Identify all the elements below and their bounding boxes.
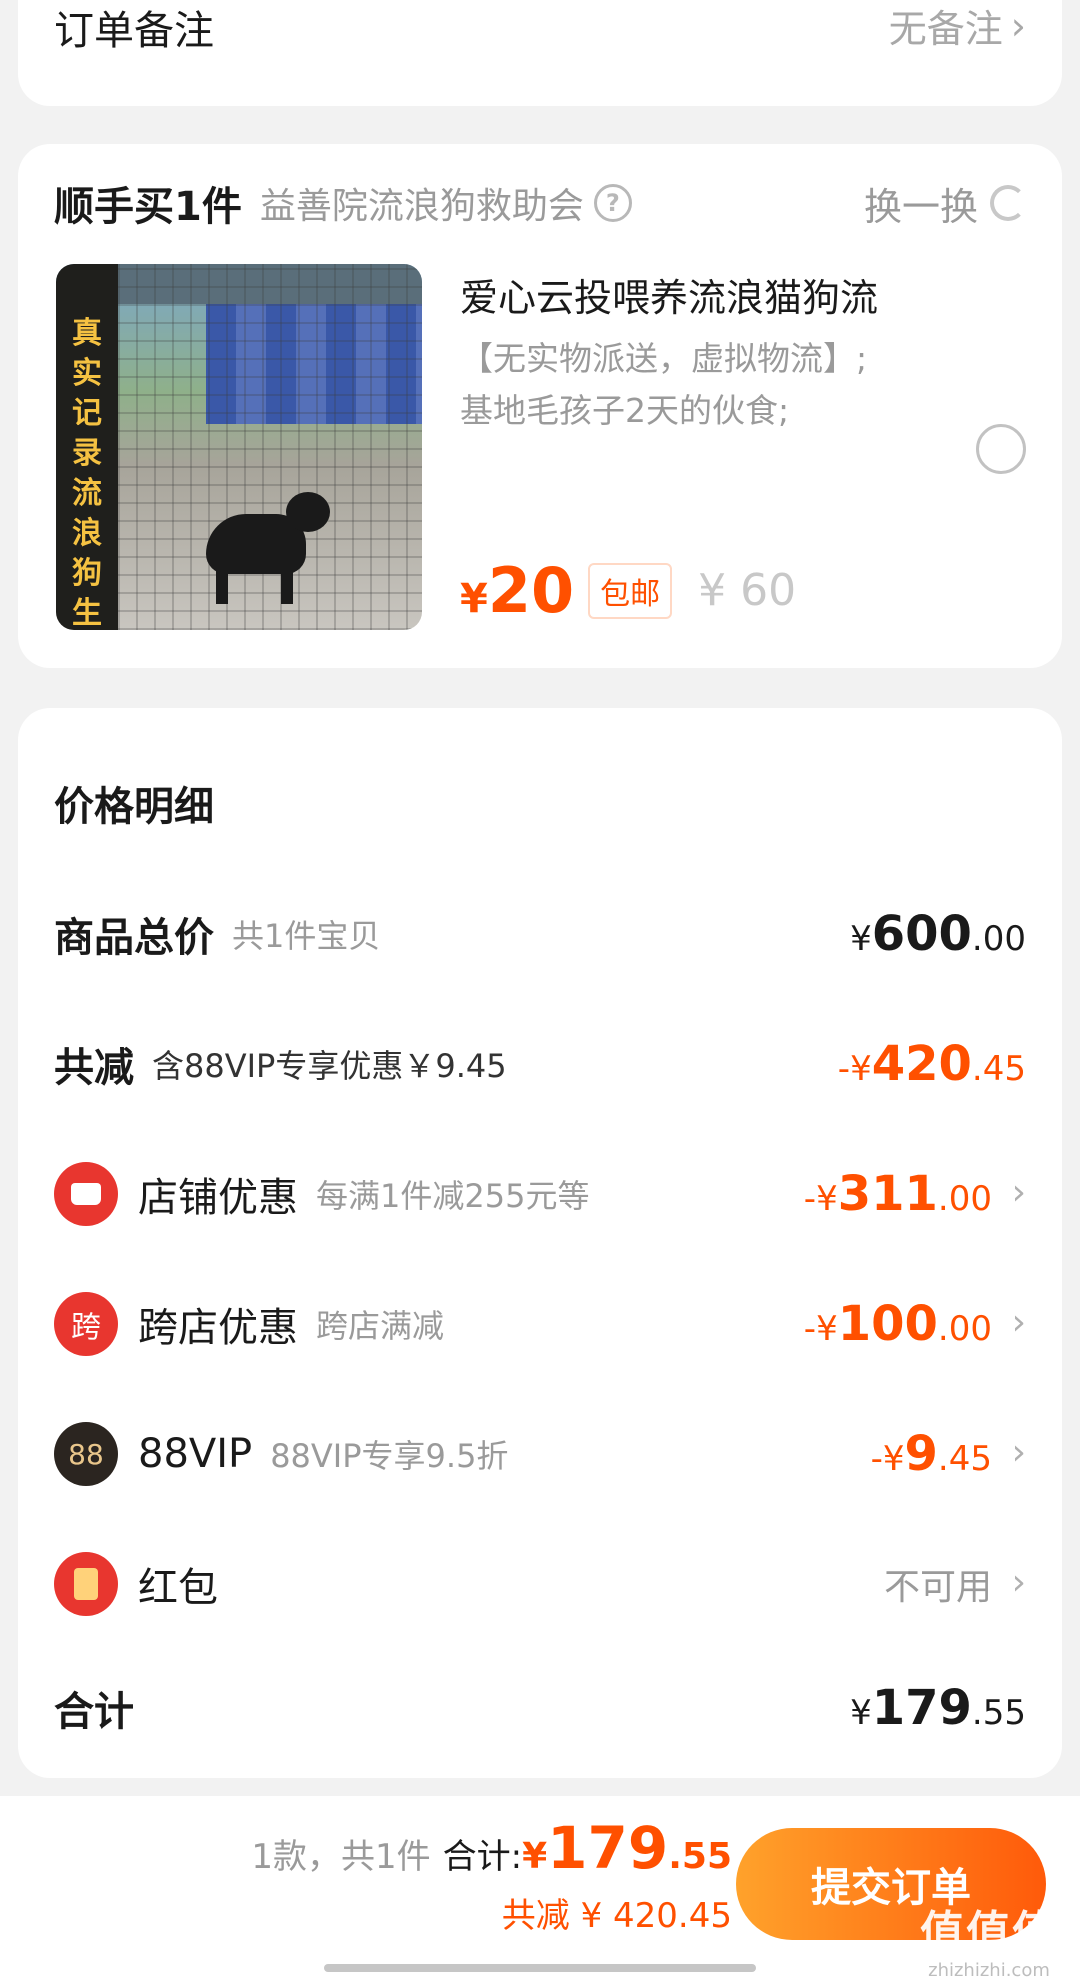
row-label: 红包	[138, 1565, 218, 1611]
vip-88-icon: 88	[54, 1422, 118, 1486]
row-label: 商品总价	[54, 915, 214, 961]
addon-price: ¥20	[460, 554, 575, 627]
row-label: 88VIP	[138, 1431, 253, 1477]
vip-discount-amount: - ¥9.45	[870, 1426, 992, 1482]
row-label: 店铺优惠	[138, 1175, 298, 1221]
addon-price-row: ¥20 包邮 ¥ 60	[460, 554, 796, 627]
chevron-right-icon: ›	[1010, 3, 1026, 48]
addon-product-name: 爱心云投喂养流浪猫狗流	[460, 276, 879, 320]
refresh-icon	[990, 185, 1026, 221]
row-label: 跨店优惠	[138, 1305, 298, 1351]
total-discount-amount: - ¥420.45	[837, 1036, 1026, 1092]
chevron-right-icon: ›	[1011, 1302, 1026, 1343]
addon-title: 顺手买1件	[54, 184, 242, 230]
cross-shop-icon: 跨	[54, 1292, 118, 1356]
chevron-right-icon: ›	[1011, 1172, 1026, 1213]
watermark-logo: 值值值	[920, 1907, 1058, 1958]
cross-shop-discount-amount: - ¥100.00	[803, 1296, 992, 1352]
red-packet-icon	[54, 1552, 118, 1616]
checkout-total: ¥179.55	[522, 1814, 732, 1882]
addon-card: 顺手买1件 益善院流浪狗救助会 ? 换一换 真实记录流浪狗生活 爱心云投喂养流浪…	[18, 144, 1062, 668]
addon-desc-line2: 基地毛孩子2天的伙食;	[460, 391, 790, 430]
swap-button[interactable]: 换一换	[864, 176, 1026, 231]
row-label: 共减	[54, 1045, 134, 1091]
item-count: 1款，共1件	[251, 1837, 431, 1877]
grand-total-amount: ¥179.55	[850, 1680, 1026, 1736]
price-detail-card: 价格明细 商品总价 共1件宝贝 ¥600.00 共减 含88VIP专享优惠￥9.…	[18, 708, 1062, 1778]
shop-discount-row[interactable]: 店铺优惠 每满1件减255元等 - ¥311.00 ›	[54, 1154, 1026, 1234]
shop-icon	[54, 1162, 118, 1226]
order-remark-card[interactable]: 订单备注 无备注 ›	[18, 0, 1062, 106]
row-sub: 88VIP专享9.5折	[270, 1437, 509, 1475]
home-indicator[interactable]	[324, 1964, 756, 1972]
red-packet-status: 不可用	[883, 1567, 992, 1608]
thumbnail-caption: 真实记录流浪狗生活	[72, 316, 102, 630]
total-discount-row: 共减 含88VIP专享优惠￥9.45 - ¥420.45	[54, 1024, 1026, 1104]
free-shipping-badge: 包邮	[588, 562, 673, 619]
addon-header: 顺手买1件 益善院流浪狗救助会 ? 换一换	[54, 174, 1026, 232]
order-remark-value[interactable]: 无备注 ›	[889, 0, 1026, 53]
row-sub: 跨店满减	[316, 1307, 445, 1345]
goods-total-amount: ¥600.00	[850, 906, 1026, 962]
order-remark-label: 订单备注	[54, 8, 214, 54]
price-detail-title: 价格明细	[54, 784, 214, 830]
shop-discount-amount: - ¥311.00	[803, 1166, 992, 1222]
addon-desc-line1: 【无实物派送，虚拟物流】;	[460, 339, 868, 378]
swap-label: 换一换	[863, 184, 978, 229]
row-label: 合计	[54, 1689, 134, 1735]
cross-shop-discount-row[interactable]: 跨 跨店优惠 跨店满减 - ¥100.00 ›	[54, 1284, 1026, 1364]
vip-discount-row[interactable]: 88 88VIP 88VIP专享9.5折 - ¥9.45 ›	[54, 1414, 1026, 1494]
chevron-right-icon: ›	[1011, 1432, 1026, 1473]
addon-shop-name: 益善院流浪狗救助会	[259, 186, 584, 227]
product-thumbnail[interactable]: 真实记录流浪狗生活	[56, 264, 422, 630]
addon-select-radio[interactable]	[976, 424, 1026, 474]
chevron-right-icon: ›	[1011, 1562, 1026, 1603]
row-sub: 含88VIP专享优惠￥9.45	[152, 1047, 507, 1085]
checkout-summary: 1款，共1件 合计: ¥179.55 共减 ¥ 420.45	[251, 1814, 732, 1937]
saved-amount: 共减 ¥ 420.45	[501, 1896, 732, 1936]
original-price: ¥ 60	[698, 565, 797, 616]
row-sub: 共1件宝贝	[232, 917, 381, 955]
watermark: 值值值 zhizhizhi.com	[920, 1896, 1058, 1980]
goods-total-row: 商品总价 共1件宝贝 ¥600.00	[54, 894, 1026, 974]
order-remark-text: 无备注	[888, 7, 1003, 51]
row-sub: 每满1件减255元等	[316, 1177, 590, 1215]
red-packet-row[interactable]: 红包 不可用 ›	[54, 1544, 1026, 1624]
total-label: 合计:	[442, 1837, 523, 1877]
grand-total-row: 合计 ¥179.55	[54, 1668, 1026, 1748]
addon-info[interactable]: 爱心云投喂养流浪猫狗流 【无实物派送，虚拟物流】; 基地毛孩子2天的伙食;	[460, 270, 1022, 440]
watermark-url: zhizhizhi.com	[928, 1960, 1050, 1980]
help-icon[interactable]: ?	[593, 184, 632, 222]
checkout-bar: 1款，共1件 合计: ¥179.55 共减 ¥ 420.45 提交订单 值值值 …	[0, 1796, 1080, 1980]
